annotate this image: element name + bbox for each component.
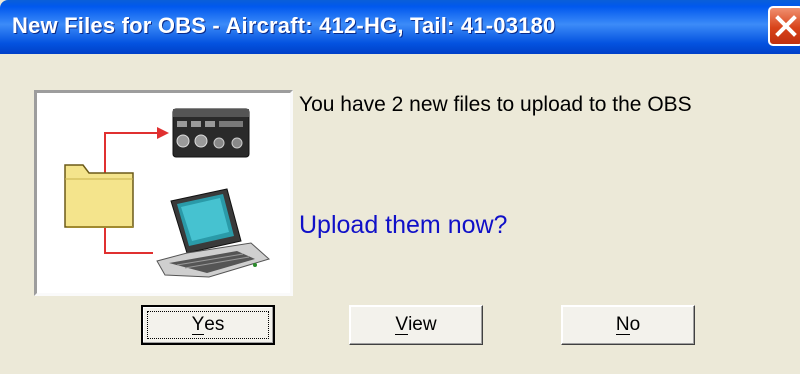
view-button-label: View [395, 314, 437, 335]
close-button[interactable] [768, 6, 800, 46]
yes-button[interactable]: Yes [141, 305, 275, 345]
obs-unit-icon [172, 108, 250, 158]
yes-button-label: Yes [191, 314, 225, 335]
upload-illustration [34, 90, 293, 296]
question-text: Upload them now? [299, 211, 508, 239]
no-button-label: No [615, 314, 641, 335]
close-icon [775, 15, 797, 37]
window-title: New Files for OBS - Aircraft: 412-HG, Ta… [12, 13, 556, 38]
laptop-icon [156, 188, 271, 278]
title-bar[interactable]: New Files for OBS - Aircraft: 412-HG, Ta… [0, 0, 800, 54]
folder-icon [64, 164, 134, 228]
message-text: You have 2 new files to upload to the OB… [299, 93, 692, 116]
no-button[interactable]: No [561, 305, 695, 345]
dialog-body: You have 2 new files to upload to the OB… [0, 54, 800, 374]
view-button[interactable]: View [349, 305, 483, 345]
